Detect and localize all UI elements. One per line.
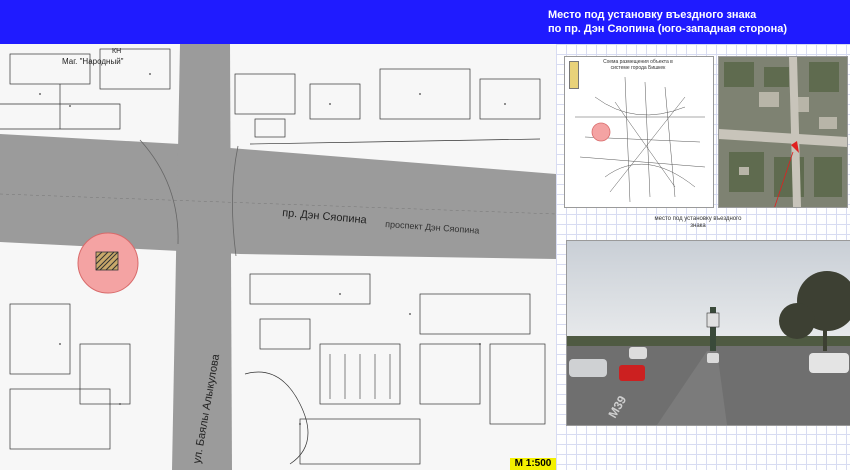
survey-map: пр. Дэн Сяопина проспект Дэн Сяопина ул.… [0,44,556,470]
street-photo-panel: М39 [566,240,850,426]
right-panel: Схема размещения объекта в системе город… [556,44,850,470]
city-marker [591,122,611,142]
survey-map-drawing: пр. Дэн Сяопина проспект Дэн Сяопина ул.… [0,44,556,470]
street-photo: М39 [567,241,850,425]
city-scheme-map [575,76,706,203]
city-scheme-panel: Схема размещения объекта в системе город… [564,56,714,208]
sign-hatch-icon [95,251,119,271]
shop-label: Маг. "Народный" [62,57,124,66]
city-scheme-title: Схема размещения объекта в системе город… [603,59,673,71]
aerial-photo [719,57,847,207]
north-arrow-icon [569,61,579,89]
scale-badge: М 1:500 [510,458,556,470]
page-title: Место под установку въездного знака по п… [548,8,848,36]
aerial-caption: место под установку въездного знака [654,216,742,229]
title-line-2: по пр. Дэн Сяопина (юго-западная сторона… [548,23,788,35]
kn-label: КН [112,48,121,55]
header-bar: Место под установку въездного знака по п… [0,0,850,44]
aerial-photo-panel [718,56,848,208]
title-line-1: Место под установку въездного знака [548,9,757,21]
